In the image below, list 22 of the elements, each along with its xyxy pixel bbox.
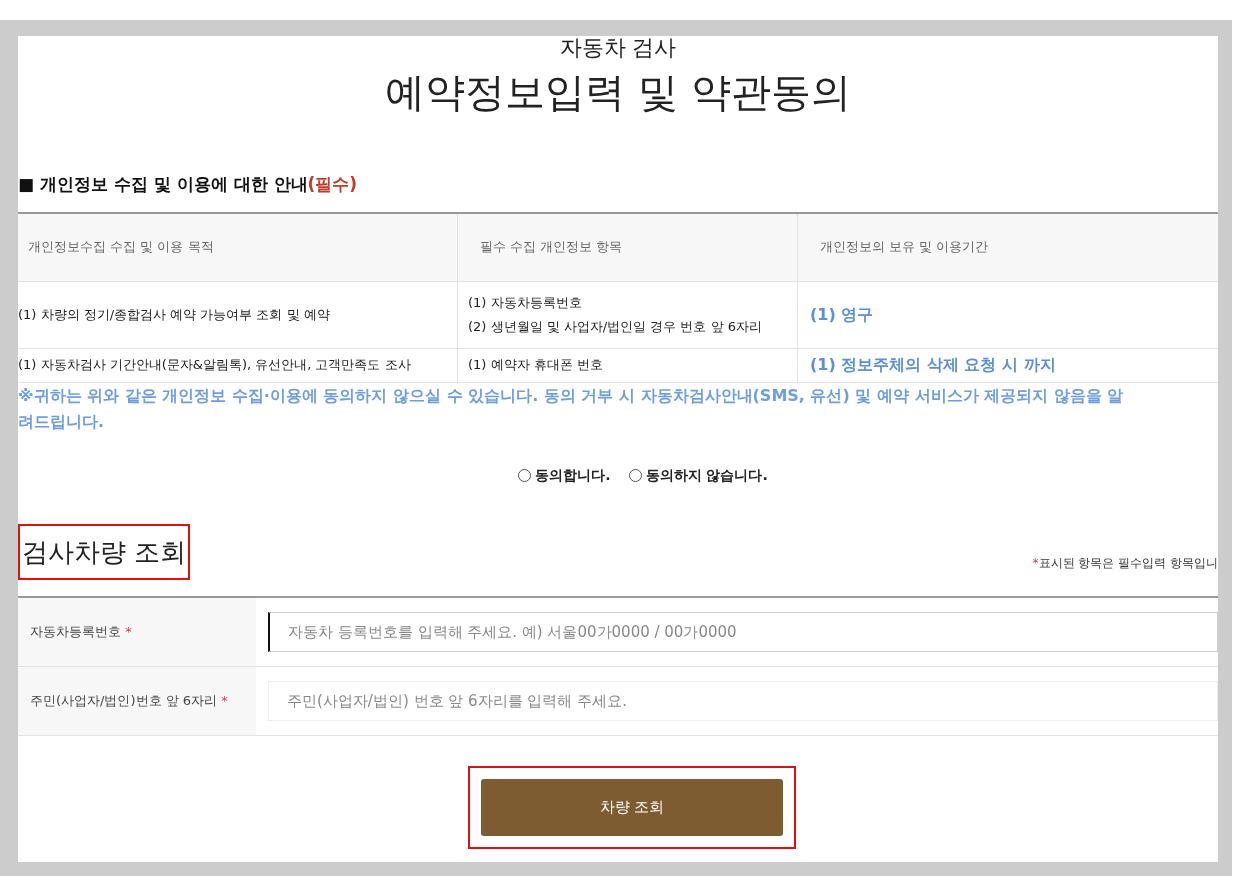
- field-label: 자동차등록번호 *: [18, 597, 256, 666]
- page-subtitle: 자동차 검사: [559, 36, 677, 60]
- required-mark: (필수): [307, 173, 358, 196]
- column-header: 필수 수집 개인정보 항목: [457, 213, 797, 281]
- table-cell: (1) 정보주체의 삭제 요청 시 까지: [797, 348, 1218, 382]
- search-title: 검사차량 조회: [18, 523, 191, 580]
- column-header: 개인정보의 보유 및 이용기간: [797, 213, 1218, 281]
- table-cell: (1) 자동차등록번호 (2) 생년월일 및 사업자/법인일 경우 번호 앞 6자리: [457, 281, 797, 348]
- field-label: 주민(사업자/법인)번호 앞 6자리 *: [18, 666, 256, 735]
- column-header: 개인정보수집 수집 및 이용 목적: [27, 238, 215, 257]
- required-note: *표시된 항목은 필수입력 항목입니: [1032, 554, 1218, 572]
- section-title: ■ 개인정보 수집 및 이용에 대한 안내: [18, 173, 308, 196]
- consent-radio[interactable]: 동의합니다.: [518, 464, 611, 486]
- consent-notice: ※귀하는 위와 같은 개인정보 수집·이용에 동의하지 않으실 수 있습니다. 동의 거부 시 자동차검사안내(SMS, 유선) 및 예약 서비스가 제공되지 않음을 알 려드립니다.: [18, 384, 1125, 433]
- search-button[interactable]: 차량 조회: [481, 778, 783, 836]
- table-cell: (1) 영구: [797, 281, 1218, 348]
- consent-radio[interactable]: 동의하지 않습니다.: [628, 464, 768, 486]
- table-cell: (1) 예약자 휴대폰 번호: [457, 348, 797, 382]
- page-title: 예약정보입력 및 약관동의: [385, 68, 851, 116]
- text-input[interactable]: 자동차 등록번호를 입력해 주세요. 예) 서울00가0000 / 00가0000: [268, 611, 1218, 652]
- table-cell-text: (1) 자동차검사 기간안내(문자&알림톡), 유선안내, 고객만족도 조사: [18, 356, 412, 375]
- table-cell-text: (1) 차량의 정기/종합검사 예약 가능여부 조회 및 예약: [18, 305, 331, 324]
